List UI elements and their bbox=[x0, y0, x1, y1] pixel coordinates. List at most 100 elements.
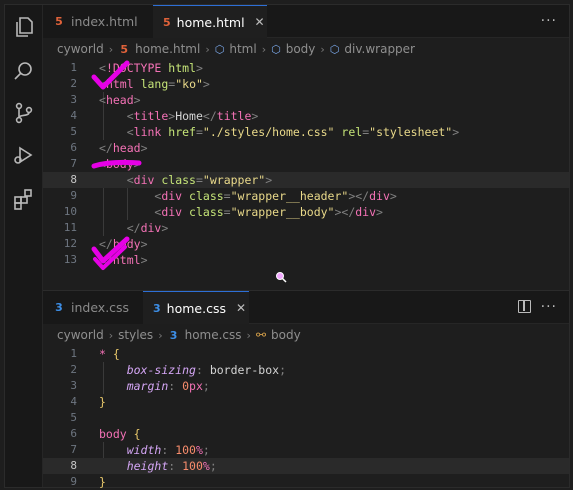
code-line[interactable]: 8 <div class="wrapper"> bbox=[43, 172, 569, 188]
breadcrumb-item[interactable]: div.wrapper bbox=[344, 42, 415, 56]
line-number: 7 bbox=[70, 157, 77, 170]
code-token: body bbox=[99, 427, 127, 441]
code-text: height: 100%; bbox=[99, 458, 217, 474]
breadcrumb-item[interactable]: body bbox=[271, 328, 301, 342]
code-line[interactable]: 7 <body> bbox=[43, 156, 569, 172]
code-token: class bbox=[189, 189, 224, 203]
more-actions-icon[interactable]: ··· bbox=[541, 13, 557, 29]
code-token: = bbox=[195, 173, 203, 187]
code-token: * bbox=[99, 347, 106, 361]
code-line[interactable]: 11 </div> bbox=[43, 220, 569, 236]
code-line[interactable]: 12 </body> bbox=[43, 236, 569, 252]
selector-symbol-icon: ⚯ bbox=[255, 328, 266, 342]
code-line[interactable]: 4 <title>Home</title> bbox=[43, 108, 569, 124]
code-line[interactable]: 6 </head> bbox=[43, 140, 569, 156]
code-token: } bbox=[99, 395, 106, 409]
code-token: = bbox=[223, 189, 231, 203]
code-text: </div> bbox=[99, 220, 169, 236]
code-token: </ bbox=[99, 253, 113, 267]
code-line[interactable]: 10 <div class="wrapper__body"></div> bbox=[43, 204, 569, 220]
code-token: > bbox=[195, 61, 203, 75]
close-icon[interactable]: ✕ bbox=[236, 301, 246, 315]
code-line[interactable]: 8 height: 100%; bbox=[43, 458, 569, 474]
line-number: 2 bbox=[70, 363, 77, 376]
line-number: 7 bbox=[70, 443, 77, 456]
breadcrumb-item[interactable]: home.css bbox=[185, 328, 242, 342]
element-cube-icon: ⬡ bbox=[271, 42, 281, 56]
close-icon[interactable]: ✕ bbox=[255, 15, 265, 29]
search-icon[interactable] bbox=[12, 59, 36, 83]
breadcrumb-item[interactable]: html bbox=[229, 42, 256, 56]
code-line[interactable]: 3 margin: 0px; bbox=[43, 378, 569, 394]
code-line[interactable]: 2 box-sizing: border-box; bbox=[43, 362, 569, 378]
tab-index-css[interactable]: 3 index.css bbox=[43, 291, 143, 324]
code-line[interactable]: 9} bbox=[43, 474, 569, 490]
code-token: px bbox=[189, 379, 203, 393]
code-token: > bbox=[133, 93, 141, 107]
code-line[interactable]: 5 <link href="./styles/home.css" rel="st… bbox=[43, 124, 569, 140]
code-token: body bbox=[112, 237, 141, 251]
breadcrumb-item[interactable]: styles bbox=[118, 328, 153, 342]
code-token: < bbox=[99, 93, 106, 107]
code-line[interactable]: 13 </html> bbox=[43, 252, 569, 268]
code-token: </ bbox=[99, 141, 113, 155]
code-line[interactable]: 1 <!DOCTYPE html> bbox=[43, 60, 569, 76]
code-token: div bbox=[355, 205, 377, 219]
code-token: height bbox=[126, 459, 169, 473]
code-line[interactable]: 7 width: 100%; bbox=[43, 442, 569, 458]
code-token: div bbox=[140, 221, 162, 235]
code-token: ; bbox=[202, 379, 210, 393]
code-line[interactable]: 3 <head> bbox=[43, 92, 569, 108]
split-editor-icon[interactable] bbox=[518, 300, 531, 313]
breadcrumb: cyworld › 5 home.html › ⬡ html › ⬡ body … bbox=[43, 38, 569, 60]
explorer-icon[interactable] bbox=[12, 15, 36, 39]
code-token: < bbox=[126, 125, 134, 139]
code-token: = bbox=[223, 205, 231, 219]
code-token: : bbox=[168, 459, 183, 473]
more-actions-icon[interactable]: ··· bbox=[541, 299, 557, 315]
breadcrumb-item[interactable]: cyworld bbox=[57, 42, 104, 56]
code-text: </head> bbox=[99, 140, 148, 156]
html5-icon: 5 bbox=[120, 42, 128, 56]
tab-home-html[interactable]: 5 home.html ✕ bbox=[153, 5, 267, 38]
code-line[interactable]: 2 <html lang="ko"> bbox=[43, 76, 569, 92]
code-text: } bbox=[99, 394, 106, 410]
breadcrumb-item[interactable]: body bbox=[286, 42, 316, 56]
code-token: 100 bbox=[182, 459, 203, 473]
run-debug-icon[interactable] bbox=[12, 143, 36, 167]
html5-icon: 5 bbox=[55, 15, 63, 28]
line-number: 9 bbox=[70, 189, 77, 202]
chevron-right-icon: › bbox=[205, 42, 210, 56]
code-editor-css[interactable]: 1 * {2 box-sizing: border-box; 3 margin: 0… bbox=[43, 346, 569, 490]
code-token: div bbox=[161, 205, 183, 219]
code-text: * { bbox=[99, 346, 120, 362]
code-token: div bbox=[133, 173, 155, 187]
extensions-icon[interactable] bbox=[12, 187, 36, 211]
code-token: < bbox=[126, 173, 134, 187]
code-editor-html[interactable]: 1 <!DOCTYPE html> 2 <html lang="ko"> 3 <head>… bbox=[43, 60, 569, 275]
breadcrumb-item[interactable]: cyworld bbox=[57, 328, 104, 342]
tab-home-css[interactable]: 3 home.css ✕ bbox=[143, 291, 249, 324]
code-token: div bbox=[369, 189, 390, 203]
source-control-icon[interactable] bbox=[12, 101, 36, 125]
breadcrumb-item[interactable]: home.html bbox=[135, 42, 200, 56]
code-text: margin: 0px; bbox=[99, 378, 210, 394]
code-text: <div class="wrapper__body"></div> bbox=[99, 204, 383, 220]
code-token: width bbox=[126, 443, 162, 457]
code-line[interactable]: 4} bbox=[43, 394, 569, 410]
code-token: > bbox=[251, 109, 259, 123]
code-token: > bbox=[140, 141, 148, 155]
code-line[interactable]: 5 bbox=[43, 410, 569, 426]
line-number: 5 bbox=[70, 411, 77, 424]
code-token: head bbox=[112, 141, 141, 155]
code-line[interactable]: 1 * { bbox=[43, 346, 569, 362]
code-line[interactable]: 9 <div class="wrapper__header"></div> bbox=[43, 188, 569, 204]
code-line[interactable]: 6 body { bbox=[43, 426, 569, 442]
tab-index-html[interactable]: 5 index.html bbox=[43, 5, 153, 38]
